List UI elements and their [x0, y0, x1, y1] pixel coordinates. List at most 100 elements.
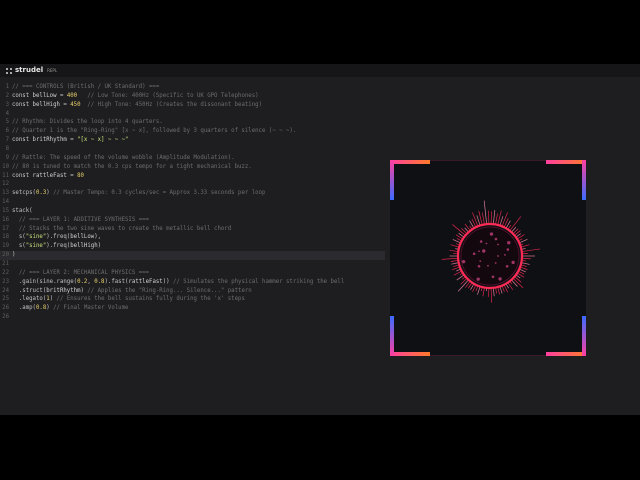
spectrum-spike	[521, 248, 541, 252]
code-line[interactable]: 22 // === LAYER 2: MECHANICAL PHYSICS ==…	[0, 269, 385, 278]
code-token: britRhythm	[46, 287, 81, 294]
code-token: rattleFast	[32, 172, 67, 179]
code-token: const	[12, 101, 33, 108]
code-line[interactable]: 11 const rattleFast = 80	[0, 172, 385, 181]
code-line[interactable]: 12	[0, 180, 385, 189]
corner-bottom-right-v	[582, 316, 586, 356]
code-token: setcps(	[12, 190, 36, 197]
particle	[482, 249, 486, 253]
code-line[interactable]: 15 stack(	[0, 207, 385, 216]
corner-top-left-v	[390, 160, 394, 200]
code-text: // Stacks the two sine waves to create t…	[12, 225, 231, 234]
code-line[interactable]: 26	[0, 313, 385, 322]
line-number: 6	[5, 128, 9, 135]
line-number: 10	[2, 163, 9, 170]
code-text: s("sine").freq(bellHigh)	[12, 242, 101, 251]
code-token: // High Tone: 450Hz (Creates the dissona…	[80, 101, 262, 108]
visualizer-canvas	[390, 160, 586, 356]
code-line[interactable]: 13 setcps(0.3) // Master Tempo: 0.3 cycle…	[0, 189, 385, 198]
brand[interactable]: strudel REPL	[6, 66, 57, 75]
code-line[interactable]: 18 s("sine").freq(bellLow),	[0, 233, 385, 242]
code-token: // Applies the "Ring-Ring... Silence..."…	[83, 287, 252, 294]
particle	[477, 264, 481, 268]
code-line[interactable]: 26 .amp(0.8) // Final Master Volume	[0, 304, 385, 313]
corner-bottom-left	[390, 352, 430, 356]
particle	[507, 241, 511, 245]
corner-top-right-v	[582, 160, 586, 200]
line-number: 15	[2, 207, 9, 214]
code-text: // === LAYER 1: ADDITIVE SYNTHESIS ===	[12, 216, 149, 225]
code-token: 0.8	[94, 278, 105, 285]
code-line[interactable]: 10// 80 is tuned to match the 0.3 cps te…	[0, 163, 385, 172]
spectrum-spike	[451, 262, 459, 265]
code-text: .amp(0.8) // Final Master Volume	[12, 304, 129, 313]
spectrum-spike	[521, 262, 530, 265]
line-number: 2	[5, 92, 9, 99]
spectrum-spike	[482, 287, 485, 297]
particle	[505, 264, 509, 268]
code-line[interactable]: 19 s("sine").freq(bellHigh)	[0, 242, 385, 251]
code-text: // Rhythm: Divides the loop into 4 quart…	[12, 118, 163, 127]
code-line[interactable]: 3 const bellHigh = 450 // High Tone: 450H…	[0, 101, 385, 110]
code-token: =	[66, 172, 78, 179]
code-line[interactable]: 17 // Stacks the two sine waves to creat…	[0, 225, 385, 234]
spectrum-spike	[492, 287, 495, 297]
particle	[497, 243, 499, 246]
particle	[476, 277, 480, 281]
code-token: 400	[66, 92, 78, 99]
code-line[interactable]: 25 .legato(1) // Ensures the bell sustai…	[0, 295, 385, 304]
spectrum-spike	[497, 286, 500, 295]
code-token: 0.3	[35, 190, 47, 197]
code-editor[interactable]: 1// === CONTROLS (British / UK Standard)…	[0, 83, 385, 403]
code-line[interactable]: 9// Rattle: The speed of the volume wobb…	[0, 154, 385, 163]
code-line[interactable]: 21	[0, 260, 385, 269]
spectrum-spike	[521, 257, 531, 260]
line-number: 1	[5, 84, 9, 90]
code-text: .legato(1) // Ensures the bell sustains …	[12, 295, 245, 304]
corner-top-left	[390, 160, 430, 164]
line-number: 13	[2, 190, 9, 197]
code-line[interactable]: 20)	[0, 251, 385, 260]
spectrum-spike	[477, 286, 481, 295]
code-token: ).fast(	[104, 278, 129, 285]
code-token: s(	[12, 243, 26, 250]
particle	[491, 275, 495, 279]
particle	[494, 237, 498, 241]
code-line[interactable]: 14	[0, 198, 385, 207]
code-token: // Rhythm: Divides the loop into 4 quart…	[12, 119, 163, 126]
code-line[interactable]: 24 .struct(britRhythm) // Applies the "R…	[0, 287, 385, 296]
code-text: stack(	[12, 207, 33, 216]
code-token: // Quarter 1 is the "Ring-Ring" [x ~ x],…	[12, 128, 297, 135]
corner-top-right	[546, 160, 586, 164]
code-line[interactable]: 6// Quarter 1 is the "Ring-Ring" [x ~ x]…	[0, 127, 385, 136]
code-token: // Rattle: The speed of the volume wobbl…	[12, 154, 235, 161]
line-number: 12	[2, 181, 9, 188]
code-line[interactable]: 8	[0, 145, 385, 154]
code-token: rattleFast	[128, 278, 163, 285]
code-text: .struct(britRhythm) // Applies the "Ring…	[12, 287, 252, 296]
code-text: setcps(0.3) // Master Tempo: 0.3 cycles/…	[12, 189, 265, 198]
spectrum-spike	[511, 279, 518, 287]
code-line[interactable]: 4	[0, 110, 385, 119]
code-token: 0.8	[35, 305, 47, 312]
line-number: 25	[2, 296, 9, 303]
spectrum-spike	[460, 277, 468, 285]
code-line[interactable]: 23 .gain(sine.range(0.2, 0.8).fast(rattl…	[0, 278, 385, 287]
line-number: 14	[2, 199, 9, 206]
code-line[interactable]: 1// === CONTROLS (British / UK Standard)…	[0, 83, 385, 92]
line-number: 22	[2, 269, 9, 276]
line-number: 5	[5, 119, 9, 126]
spectrum-spike	[499, 286, 503, 294]
spectrum-spike	[472, 212, 479, 227]
code-line[interactable]: 2 const bellLow = 400 // Low Tone: 400Hz …	[0, 92, 385, 101]
code-line[interactable]: 16 // === LAYER 1: ADDITIVE SYNTHESIS ==…	[0, 216, 385, 225]
line-number: 3	[5, 101, 9, 108]
spectrum-spike	[509, 216, 522, 231]
code-token: )	[97, 243, 102, 250]
code-text: )	[12, 251, 15, 260]
code-token: ))	[162, 278, 170, 285]
code-line[interactable]: 7 const britRhythm = "[x ~ x] ~ ~ ~"	[0, 136, 385, 145]
visualizer-panel	[390, 160, 586, 356]
code-line[interactable]: 5// Rhythm: Divides the loop into 4 quar…	[0, 118, 385, 127]
code-token: bellLow	[32, 92, 57, 99]
